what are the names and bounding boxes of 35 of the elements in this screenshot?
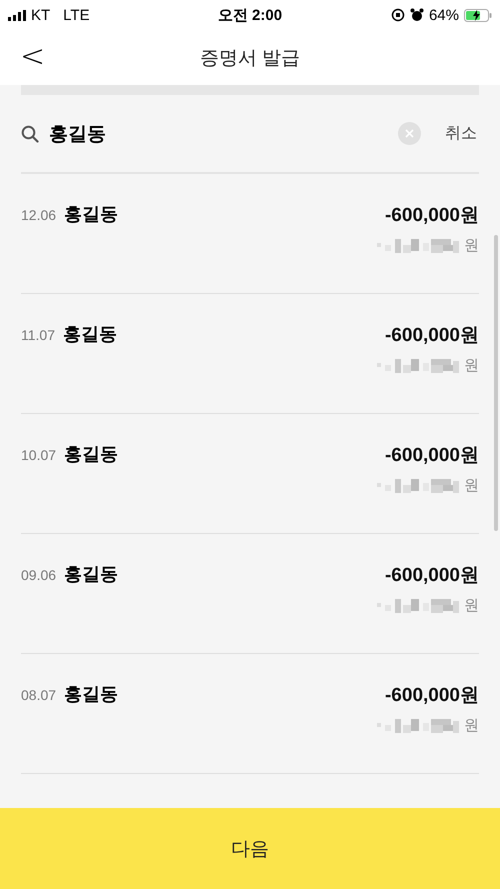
transaction-name: 홍길동 [64, 683, 118, 706]
search-icon [21, 124, 39, 142]
balance-unit: 원 [464, 476, 479, 495]
network-label: LTE [63, 6, 90, 24]
transaction-name: 홍길동 [64, 203, 118, 226]
battery-percent: 64% [428, 6, 459, 24]
page-title: 증명서 발급 [200, 46, 300, 70]
next-button[interactable]: 다음 [0, 808, 500, 889]
close-icon [405, 129, 414, 138]
balance-unit: 원 [464, 356, 479, 375]
rotation-lock-icon [390, 8, 405, 22]
transaction-date: 11.07 [21, 327, 55, 343]
transaction-amount: -600,000원 [384, 684, 479, 708]
clock: 오전 2:00 [218, 6, 282, 24]
cancel-button[interactable]: 취소 [431, 123, 479, 144]
transaction-name: 홍길동 [63, 323, 117, 346]
transaction-amount: -600,000원 [384, 564, 479, 588]
balance-unit: 원 [464, 236, 479, 255]
balance-unit: 원 [464, 716, 479, 735]
signal-icon [8, 10, 26, 20]
battery-charging-icon [464, 8, 492, 22]
transaction-amount: -600,000원 [384, 204, 479, 228]
back-button[interactable]: < [14, 40, 52, 74]
transaction-date: 10.07 [21, 447, 56, 463]
balance-unit: 원 [464, 596, 479, 615]
transaction-amount: -600,000원 [384, 444, 479, 468]
transaction-amount: -600,000원 [384, 324, 479, 348]
transaction-date: 09.06 [21, 567, 56, 583]
carrier-label: KT [31, 6, 50, 24]
clear-button[interactable] [398, 122, 421, 145]
transaction-name: 홍길동 [64, 443, 118, 466]
search-field[interactable]: 홍길동 [49, 122, 388, 144]
transaction-date: 08.07 [21, 687, 56, 703]
transaction-name: 홍길동 [64, 563, 118, 586]
transaction-date: 12.06 [21, 207, 56, 223]
